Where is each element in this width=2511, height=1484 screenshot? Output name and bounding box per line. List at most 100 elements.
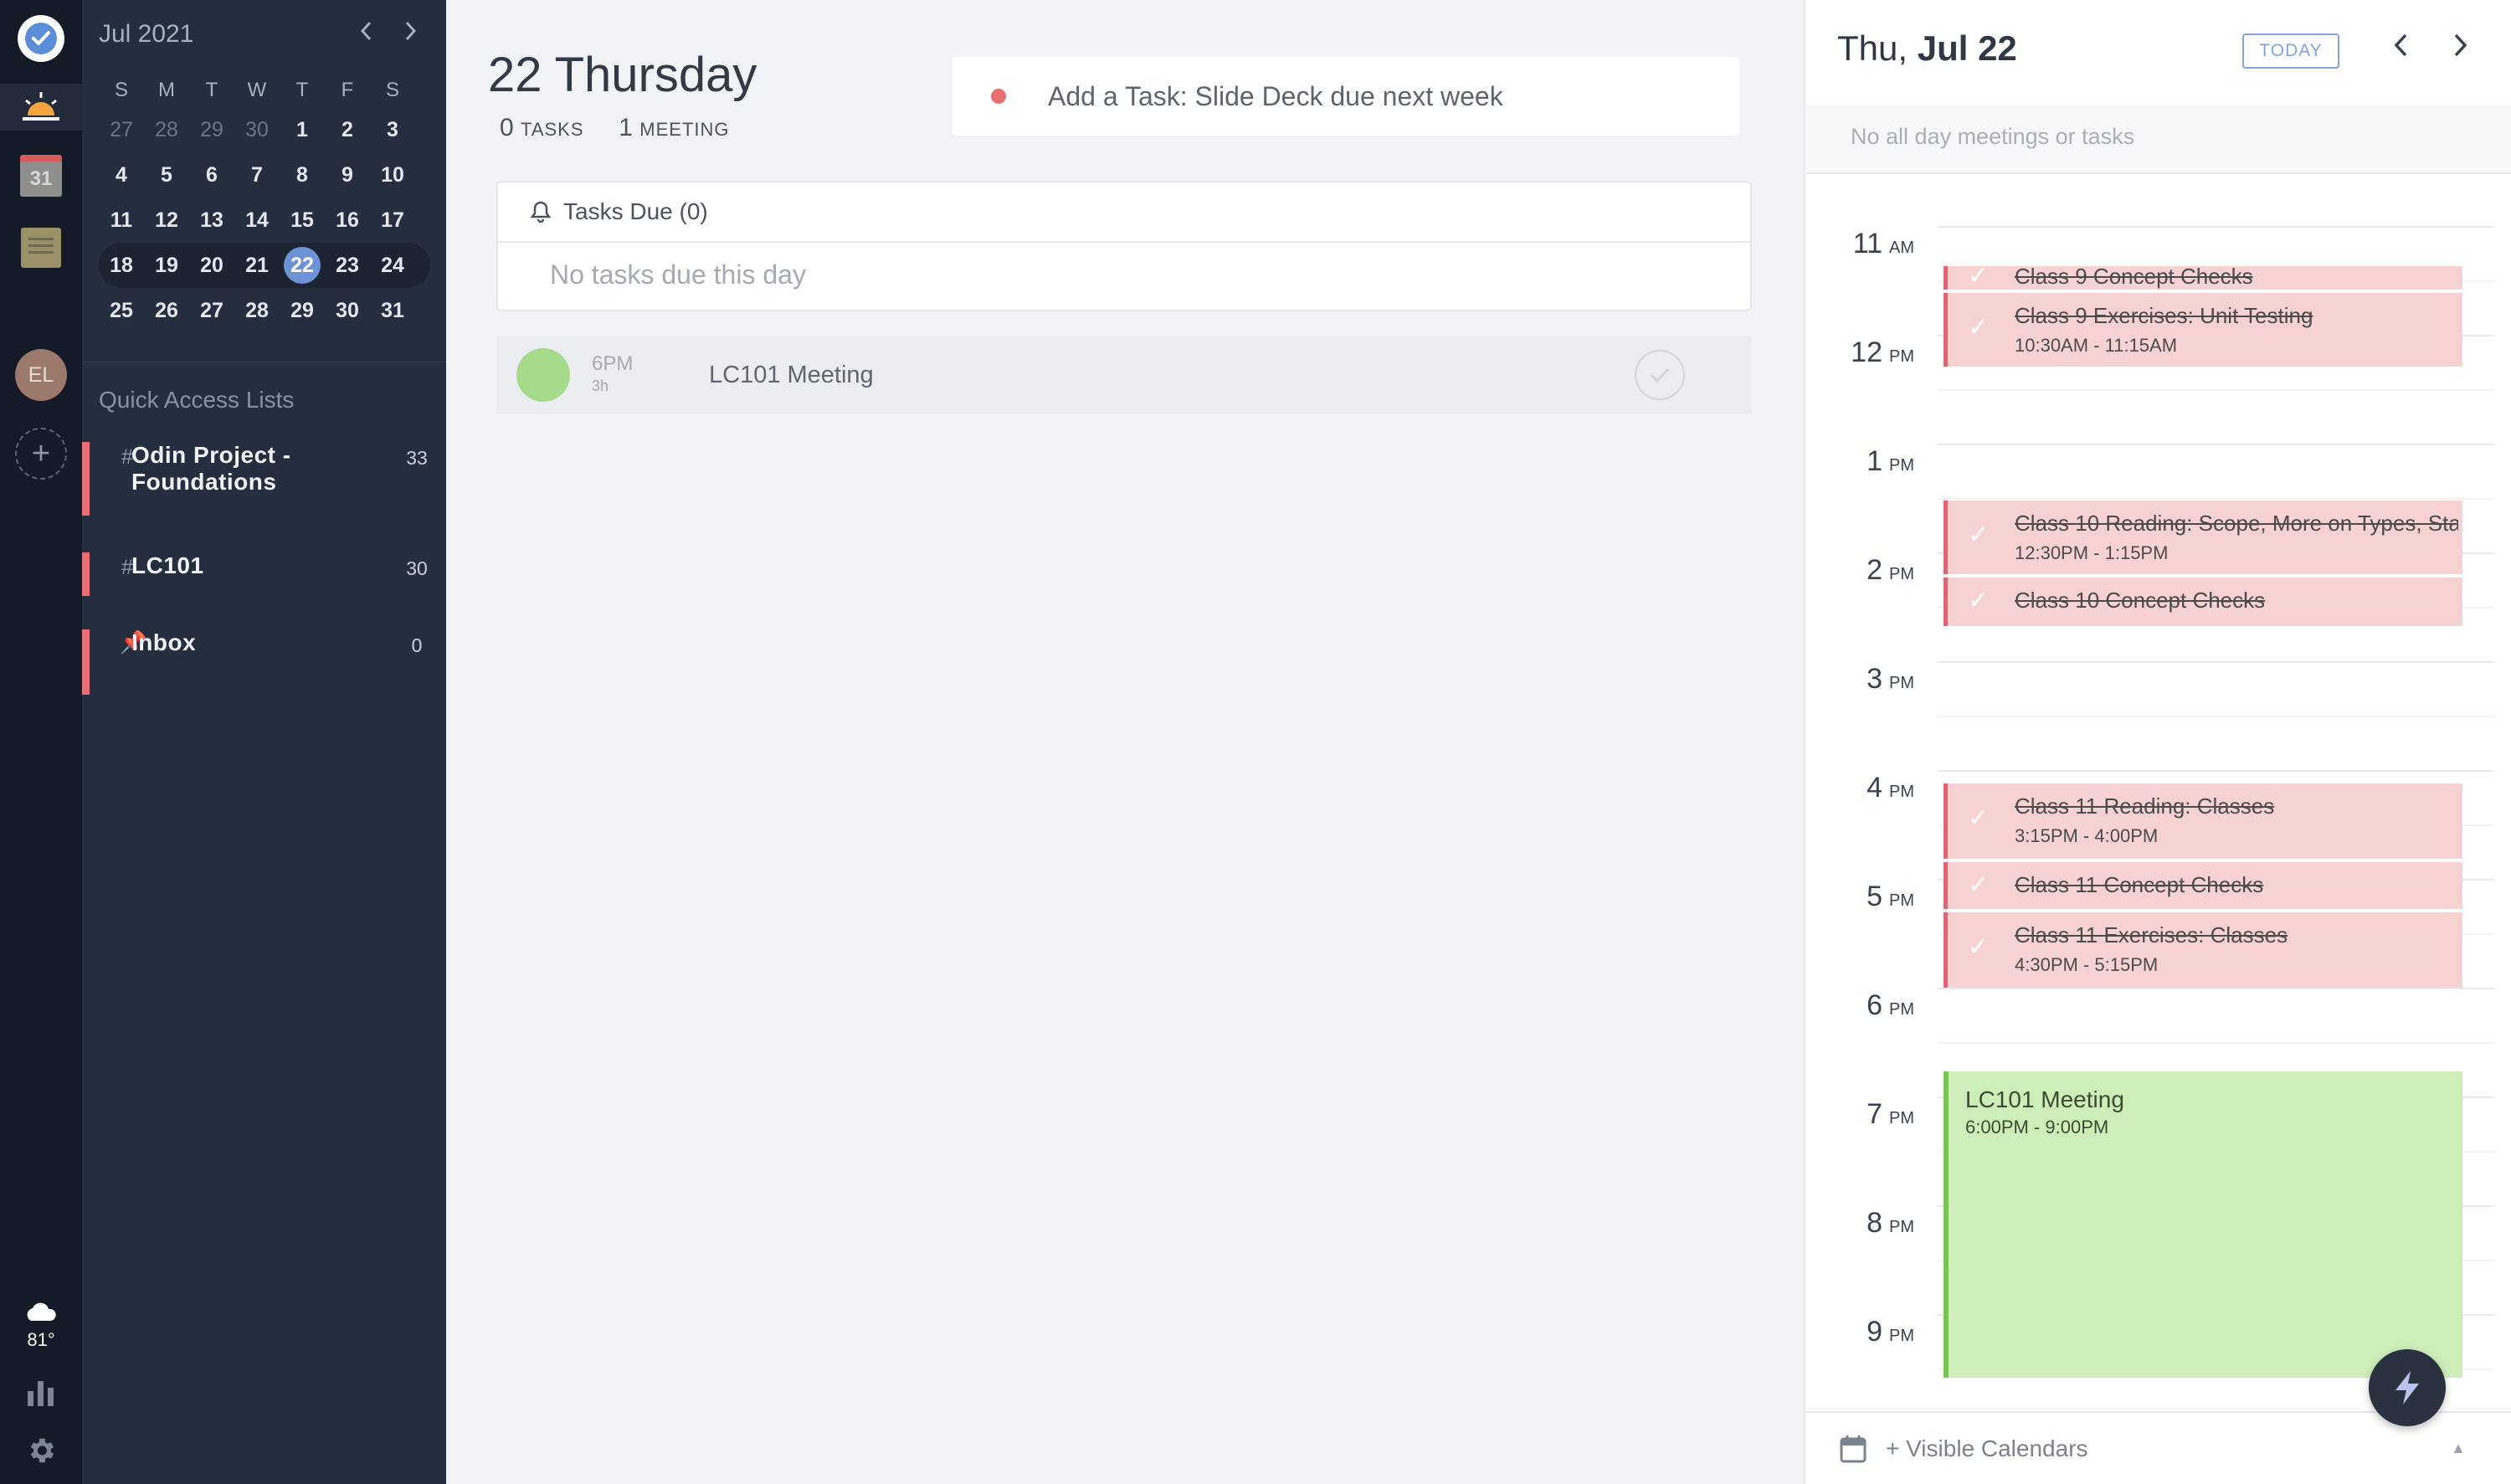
mini-calendar-day[interactable]: 29 xyxy=(189,118,234,142)
mini-calendar-day[interactable]: 16 xyxy=(325,208,370,233)
mini-calendar-day[interactable]: 28 xyxy=(144,118,189,142)
meetings-count-label: MEETING xyxy=(639,119,730,140)
mini-calendar-day[interactable]: 15 xyxy=(280,208,325,233)
mini-calendar-day[interactable]: 11 xyxy=(99,208,144,233)
mini-calendar-week: 25 26 27 28 29 30 31 xyxy=(99,288,430,333)
mini-calendar-weekdays: SMTWTFS xyxy=(99,74,430,107)
mini-calendar-day[interactable]: 8 xyxy=(280,163,325,187)
mini-calendar-day[interactable]: 2 xyxy=(325,118,370,142)
hash-icon: # xyxy=(121,556,133,579)
mini-calendar-day[interactable]: 22 xyxy=(280,247,325,284)
calendar-event[interactable]: ✓ Class 9 Concept Checks xyxy=(1944,262,2462,290)
hour-label: 3 PM xyxy=(1867,663,1914,695)
settings-button[interactable] xyxy=(0,1427,82,1474)
add-account-button[interactable]: + xyxy=(0,427,82,480)
meeting-row[interactable]: 6PM 3h LC101 Meeting xyxy=(496,336,1752,413)
add-task-placeholder: Add a Task: Slide Deck due next week xyxy=(1048,80,1503,111)
mini-calendar-day[interactable]: 10 xyxy=(370,163,415,187)
calendar-view-button[interactable]: 31 xyxy=(0,152,82,199)
calendar-event[interactable]: ✓ Class 11 Exercises: Classes 4:30PM - 5… xyxy=(1944,912,2462,988)
mini-calendar-day[interactable]: 29 xyxy=(280,299,325,323)
visible-calendars-label: + Visible Calendars xyxy=(1886,1435,2088,1461)
mini-calendar-day[interactable]: 13 xyxy=(189,208,234,233)
quick-list-count: 30 xyxy=(406,557,428,579)
mini-calendar-day[interactable]: 5 xyxy=(144,163,189,187)
notes-view-button[interactable] xyxy=(0,224,82,271)
user-avatar-button[interactable]: EL xyxy=(0,348,82,402)
mini-calendar-day[interactable]: 4 xyxy=(99,163,144,187)
mini-calendar-day[interactable]: 3 xyxy=(370,118,415,142)
today-button[interactable]: TODAY xyxy=(2242,33,2339,69)
tasks-due-empty: No tasks due this day xyxy=(550,259,806,290)
calendar-event[interactable]: ✓ Class 11 Reading: Classes 3:15PM - 4:0… xyxy=(1944,783,2462,859)
calendar-31-icon: 31 xyxy=(20,155,62,197)
quick-action-button[interactable] xyxy=(2369,1349,2446,1426)
event-title: Class 9 Concept Checks xyxy=(2015,264,2253,289)
mini-calendar-day[interactable]: 19 xyxy=(144,254,189,278)
mini-calendar-day[interactable]: 27 xyxy=(189,299,234,323)
mini-calendar-day[interactable]: 9 xyxy=(325,163,370,187)
calendar-event[interactable]: ✓ Class 9 Exercises: Unit Testing 10:30A… xyxy=(1944,293,2462,367)
mini-calendar-day[interactable]: 12 xyxy=(144,208,189,233)
half-hour-line xyxy=(1938,1042,2494,1044)
mini-calendar-day[interactable]: 26 xyxy=(144,299,189,323)
mini-calendar-day[interactable]: 31 xyxy=(370,299,415,323)
mini-calendar-day[interactable]: 1 xyxy=(280,118,325,142)
sunrise-icon xyxy=(23,92,59,121)
hour-label: 2 PM xyxy=(1867,554,1914,586)
calendar-event[interactable]: ✓ Class 10 Concept Checks xyxy=(1944,578,2462,626)
weather-widget[interactable]: 81° xyxy=(0,1293,82,1360)
weekday-label: T xyxy=(205,79,218,101)
checkmark-icon: ✓ xyxy=(1968,871,1990,899)
quick-list-label: Inbox xyxy=(131,629,197,655)
quick-list-count: 0 xyxy=(411,634,423,656)
bar-chart-icon xyxy=(28,1381,54,1406)
mini-calendar-day[interactable]: 28 xyxy=(234,299,280,323)
today-view-button[interactable] xyxy=(0,84,82,131)
mini-calendar-day[interactable]: 30 xyxy=(325,299,370,323)
mini-calendar-week: 4 5 6 7 8 9 10 xyxy=(99,152,430,198)
mini-calendar-week: 11 12 13 14 15 16 17 xyxy=(99,198,430,243)
calendar-prev-button[interactable] xyxy=(2391,28,2411,70)
quick-access-title: Quick Access Lists xyxy=(99,387,295,413)
day-view: 22 Thursday 0 TASKS 1 MEETING Add a Task… xyxy=(446,0,1804,1484)
event-time: 12:30PM - 1:15PM xyxy=(2015,542,2169,563)
chevron-left-icon xyxy=(2394,33,2407,57)
calendar-next-button[interactable] xyxy=(2450,28,2470,70)
mini-calendar-day[interactable]: 17 xyxy=(370,208,415,233)
checkmark-icon: ✓ xyxy=(1968,314,1990,341)
mini-calendar-day[interactable]: 14 xyxy=(234,208,280,233)
checkmark-icon: ✓ xyxy=(1968,587,1990,614)
mini-calendar-day[interactable]: 30 xyxy=(234,118,280,142)
mini-calendar-day[interactable]: 18 xyxy=(99,254,144,278)
check-circle-icon[interactable] xyxy=(1635,350,1685,400)
gear-icon xyxy=(30,1438,54,1463)
mini-calendar-day[interactable]: 20 xyxy=(189,254,234,278)
meeting-color-dot xyxy=(516,348,570,402)
hour-line xyxy=(1938,444,2494,445)
hour-grid: 9PM8PM7PM6PM5PM4PM3PM2PM1PM12PM11AM10AM … xyxy=(1805,176,2511,1410)
tasks-due-header[interactable]: Tasks Due (0) xyxy=(498,182,1750,243)
mini-calendar-next-button[interactable] xyxy=(402,18,418,50)
mini-calendar-prev-button[interactable] xyxy=(358,18,375,50)
mini-calendar-day[interactable]: 7 xyxy=(234,163,280,187)
mini-calendar-day[interactable]: 24 xyxy=(370,254,415,278)
app-logo[interactable] xyxy=(0,13,82,64)
avatar: EL xyxy=(15,349,67,401)
mini-calendar-day[interactable]: 27 xyxy=(99,118,144,142)
mini-calendar-day[interactable]: 6 xyxy=(189,163,234,187)
bell-icon xyxy=(530,201,552,223)
mini-calendar-day[interactable]: 25 xyxy=(99,299,144,323)
quick-list-lc101[interactable]: # LC101 30 xyxy=(82,552,446,596)
quick-list-inbox[interactable]: 📌 Inbox 0 xyxy=(82,629,446,695)
calendar-event[interactable]: ✓ Class 11 Concept Checks xyxy=(1944,862,2462,909)
quick-list-odin-project[interactable]: # Odin Project - Foundations 33 xyxy=(82,442,446,516)
mini-calendar-week: 18 19 20 21 22 23 24 xyxy=(99,243,430,288)
add-task-input[interactable]: Add a Task: Slide Deck due next week xyxy=(953,57,1739,136)
calendar-event[interactable]: ✓ Class 10 Reading: Scope, More on Types… xyxy=(1944,501,2462,574)
mini-calendar-day[interactable]: 23 xyxy=(325,254,370,278)
stats-button[interactable] xyxy=(0,1373,82,1415)
mini-calendar-day[interactable]: 21 xyxy=(234,254,280,278)
chevron-left-icon xyxy=(360,21,372,41)
calendar-event-meeting[interactable]: LC101 Meeting 6:00PM - 9:00PM xyxy=(1944,1071,2462,1378)
